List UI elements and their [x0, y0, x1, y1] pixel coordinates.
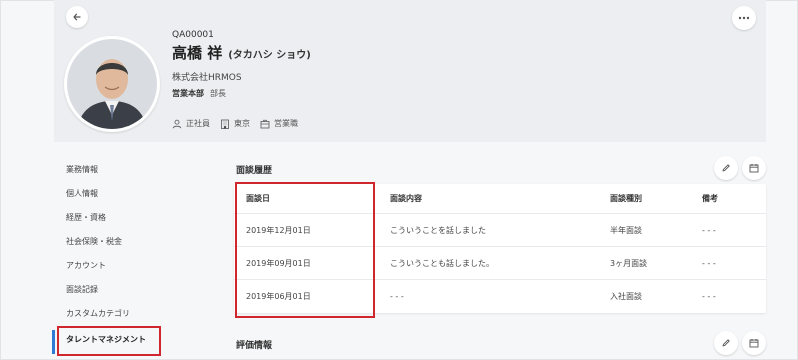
interview-type: 入社面談 — [610, 292, 642, 301]
interview-type: 半年面談 — [610, 225, 642, 235]
sidebar-item-career[interactable]: 経歴・資格 — [54, 206, 200, 230]
evaluation-title: 評価情報 — [236, 341, 273, 351]
sidebar-item-label: 個人情報 — [66, 189, 98, 198]
interview-note: - - - — [702, 292, 716, 301]
sidebar-item-interview-records[interactable]: 面談記録 — [54, 278, 200, 302]
edit-evaluation-button[interactable] — [714, 331, 738, 355]
more-dots-icon — [738, 16, 750, 20]
sidebar-item-insurance-tax[interactable]: 社会保険・税金 — [54, 230, 200, 254]
interview-content: - - - — [390, 292, 404, 301]
employee-id: QA00001 — [172, 30, 214, 40]
sidebar-item-label: 社会保険・税金 — [66, 237, 122, 246]
interview-content: こういうことも話しました。 — [390, 258, 494, 268]
sidebar-item-custom-category[interactable]: カスタムカテゴリ — [54, 302, 200, 326]
column-header-content: 面談内容 — [390, 194, 422, 203]
sidebar-item-label: カスタムカテゴリ — [66, 309, 130, 318]
interview-note: - - - — [702, 225, 716, 235]
calendar-interviews-button[interactable] — [742, 156, 766, 180]
highlight-talent-management — [57, 326, 161, 356]
avatar — [64, 36, 160, 132]
arrow-left-icon — [73, 13, 81, 21]
profile-header — [54, 0, 766, 142]
sidebar-item-label: アカウント — [66, 261, 106, 270]
person-icon — [172, 119, 182, 128]
tag-job-category: 営業職 — [260, 118, 298, 129]
department: 営業本部 — [172, 89, 204, 98]
tag-location: 東京 — [220, 118, 250, 129]
sidebar-item-account[interactable]: アカウント — [54, 254, 200, 278]
pencil-icon — [722, 164, 730, 172]
column-header-type: 面談種別 — [610, 194, 642, 203]
active-item-indicator — [52, 330, 55, 354]
company-name: 株式会社HRMOS — [172, 73, 242, 83]
calendar-evaluation-button[interactable] — [742, 331, 766, 355]
employee-name-kana: (タカハシ ショウ) — [228, 50, 311, 61]
building-icon — [221, 119, 229, 129]
edit-interviews-button[interactable] — [714, 156, 738, 180]
tag-employment-type-label: 正社員 — [186, 119, 210, 128]
pencil-icon — [722, 339, 730, 347]
calendar-icon — [749, 339, 759, 348]
sidebar-item-label: 経歴・資格 — [66, 213, 106, 222]
interview-history-title: 面談履歴 — [236, 166, 273, 176]
sidebar-item-personal-info[interactable]: 個人情報 — [54, 182, 200, 206]
employee-tags: 正社員 東京 営業職 — [172, 118, 298, 129]
calendar-icon — [749, 164, 759, 173]
sidebar-item-label: 業務情報 — [66, 165, 98, 174]
profile-photo — [67, 39, 157, 129]
employee-name: 高橋 祥 — [172, 44, 223, 62]
briefcase-icon — [260, 119, 270, 128]
tag-job-category-label: 営業職 — [274, 119, 298, 128]
tag-employment-type: 正社員 — [172, 118, 210, 129]
back-button[interactable] — [66, 6, 88, 28]
interview-note: - - - — [702, 258, 716, 268]
interview-content: こういうことを話しました — [390, 225, 486, 235]
tag-location-label: 東京 — [234, 119, 250, 128]
interview-type: 3ヶ月面談 — [610, 258, 648, 268]
sidebar: 業務情報 個人情報 経歴・資格 社会保険・税金 アカウント 面談記録 カスタムカ… — [54, 158, 200, 326]
more-options-button[interactable] — [732, 6, 756, 30]
job-title: 部長 — [210, 89, 226, 98]
sidebar-item-label: 面談記録 — [66, 285, 98, 294]
highlight-interview-date-column — [235, 182, 375, 318]
column-header-note: 備考 — [702, 194, 718, 203]
sidebar-item-business-info[interactable]: 業務情報 — [54, 158, 200, 182]
